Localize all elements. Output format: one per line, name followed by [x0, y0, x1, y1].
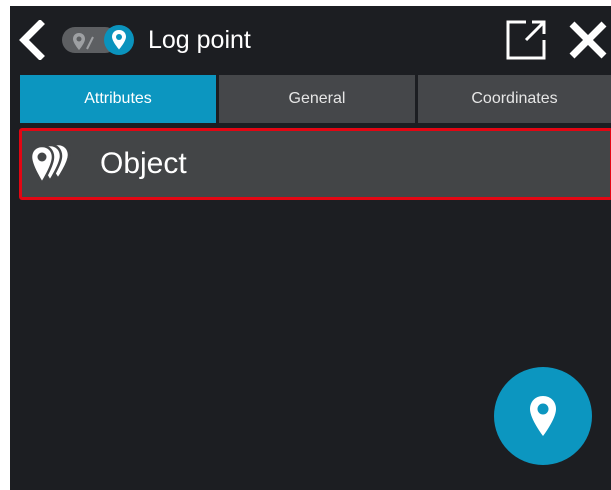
tab-coordinates[interactable]: Coordinates	[418, 75, 611, 123]
popout-button[interactable]	[502, 16, 550, 64]
external-link-icon	[506, 20, 546, 60]
map-pin-off-icon	[73, 33, 94, 50]
page-title: Log point	[148, 26, 251, 54]
close-button[interactable]	[566, 18, 610, 62]
tab-general[interactable]: General	[219, 75, 415, 123]
tab-bar: Attributes General Coordinates	[20, 75, 611, 123]
chevron-left-icon	[19, 19, 45, 61]
back-button[interactable]	[16, 19, 50, 61]
mode-toggle[interactable]	[62, 25, 142, 55]
tab-attributes[interactable]: Attributes	[20, 75, 216, 123]
log-point-fab[interactable]	[494, 367, 592, 465]
object-list-item[interactable]: Object	[19, 128, 611, 200]
close-icon	[569, 21, 607, 59]
multiple-pins-icon	[29, 142, 71, 186]
log-point-screen: Log point Attributes General Coordinates	[10, 6, 611, 490]
object-label: Object	[100, 147, 187, 180]
location-pin-icon	[530, 396, 556, 436]
header-bar: Log point	[10, 6, 611, 74]
toggle-knob	[104, 25, 134, 55]
location-pin-icon	[112, 30, 126, 50]
